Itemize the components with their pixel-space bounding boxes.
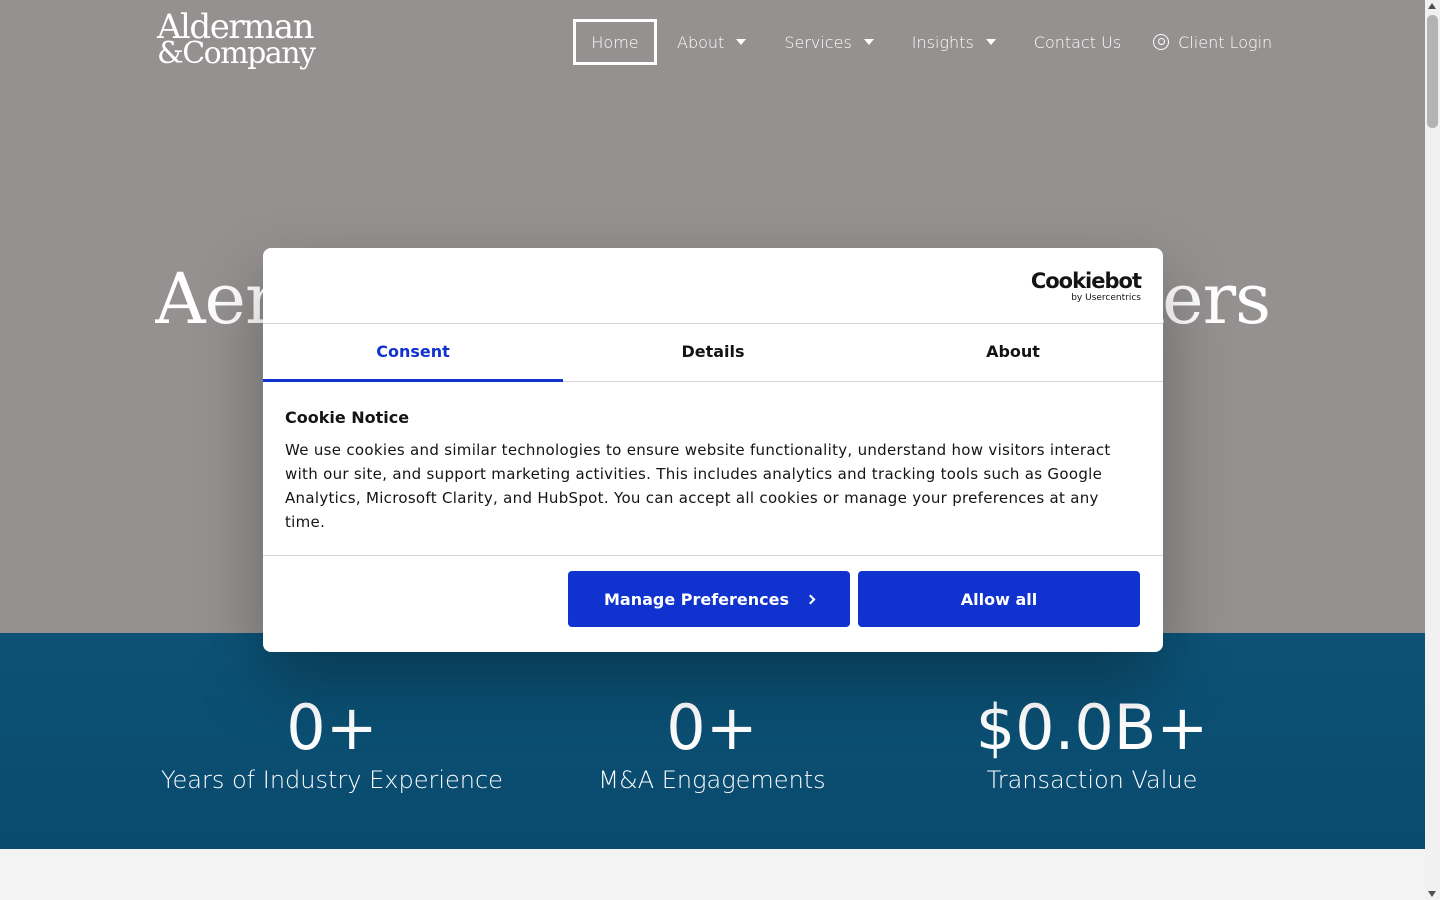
page-scrollbar[interactable] xyxy=(1425,0,1440,900)
chevron-right-icon xyxy=(805,594,816,604)
cookiebot-logo[interactable]: Cookiebot by Usercentrics xyxy=(1030,269,1142,303)
cookie-notice-text: We use cookies and similar technologies … xyxy=(285,441,1111,531)
logo-line-2: &Company xyxy=(157,36,316,71)
tab-details[interactable]: Details xyxy=(563,324,863,381)
company-logo[interactable]: Alderman &Company xyxy=(157,10,316,71)
scroll-down-arrow-icon[interactable] xyxy=(1428,891,1436,897)
dialog-header: Cookiebot by Usercentrics xyxy=(263,248,1163,324)
cookie-notice-title: Cookie Notice xyxy=(285,408,410,427)
stat-value: 0+ xyxy=(286,691,378,764)
scrollbar-thumb[interactable] xyxy=(1427,15,1438,128)
dialog-body: Cookie Notice We use cookies and similar… xyxy=(263,382,1163,556)
nav-insights[interactable]: Insights xyxy=(912,19,996,65)
caret-down-icon xyxy=(985,39,996,45)
hero-title-left: Aer xyxy=(155,258,278,340)
nav-home[interactable]: Home xyxy=(573,19,657,65)
nav-insights-label: Insights xyxy=(911,32,974,52)
nav-services-label: Services xyxy=(784,32,852,52)
scroll-up-arrow-icon[interactable] xyxy=(1428,3,1436,9)
main-nav: Home About Services Insights Contact Us … xyxy=(573,19,1272,65)
stat-label: M&A Engagements xyxy=(598,766,826,794)
nav-home-label: Home xyxy=(591,32,639,52)
stat-engagements: 0+ M&A Engagements xyxy=(522,691,902,795)
cookiebot-brand-sub: by Usercentrics xyxy=(1071,293,1141,303)
nav-services[interactable]: Services xyxy=(784,19,874,65)
dialog-footer: Manage Preferences Allow all xyxy=(263,556,1163,652)
user-circle-icon xyxy=(1153,34,1170,50)
caret-down-icon xyxy=(863,39,874,45)
tab-consent[interactable]: Consent xyxy=(263,324,563,382)
caret-down-icon xyxy=(736,39,747,45)
allow-all-label: Allow all xyxy=(960,589,1038,609)
dialog-tabs: Consent Details About xyxy=(263,324,1163,382)
stat-transaction-value: $0.0B+ Transaction Value xyxy=(902,691,1282,795)
stat-label: Years of Industry Experience xyxy=(161,766,503,794)
nav-client-login-label: Client Login xyxy=(1178,32,1273,52)
stat-value: $0.0B+ xyxy=(975,691,1209,764)
stats-section: 0+ Years of Industry Experience 0+ M&A E… xyxy=(0,633,1425,849)
nav-client-login[interactable]: Client Login xyxy=(1153,19,1272,65)
nav-contact-label: Contact Us xyxy=(1033,32,1122,52)
cookiebot-brand: Cookiebot xyxy=(1030,269,1142,293)
nav-contact[interactable]: Contact Us xyxy=(1034,19,1121,65)
stat-value: 0+ xyxy=(666,691,758,764)
nav-about-label: About xyxy=(677,32,725,52)
manage-preferences-button[interactable]: Manage Preferences xyxy=(568,571,850,627)
cookie-consent-dialog: Cookiebot by Usercentrics Consent Detail… xyxy=(263,248,1163,652)
stat-label: Transaction Value xyxy=(986,766,1198,794)
allow-all-button[interactable]: Allow all xyxy=(858,571,1140,627)
stat-years: 0+ Years of Industry Experience xyxy=(142,691,522,795)
manage-preferences-label: Manage Preferences xyxy=(603,589,790,609)
tab-about[interactable]: About xyxy=(863,324,1163,381)
nav-about[interactable]: About xyxy=(677,19,747,65)
